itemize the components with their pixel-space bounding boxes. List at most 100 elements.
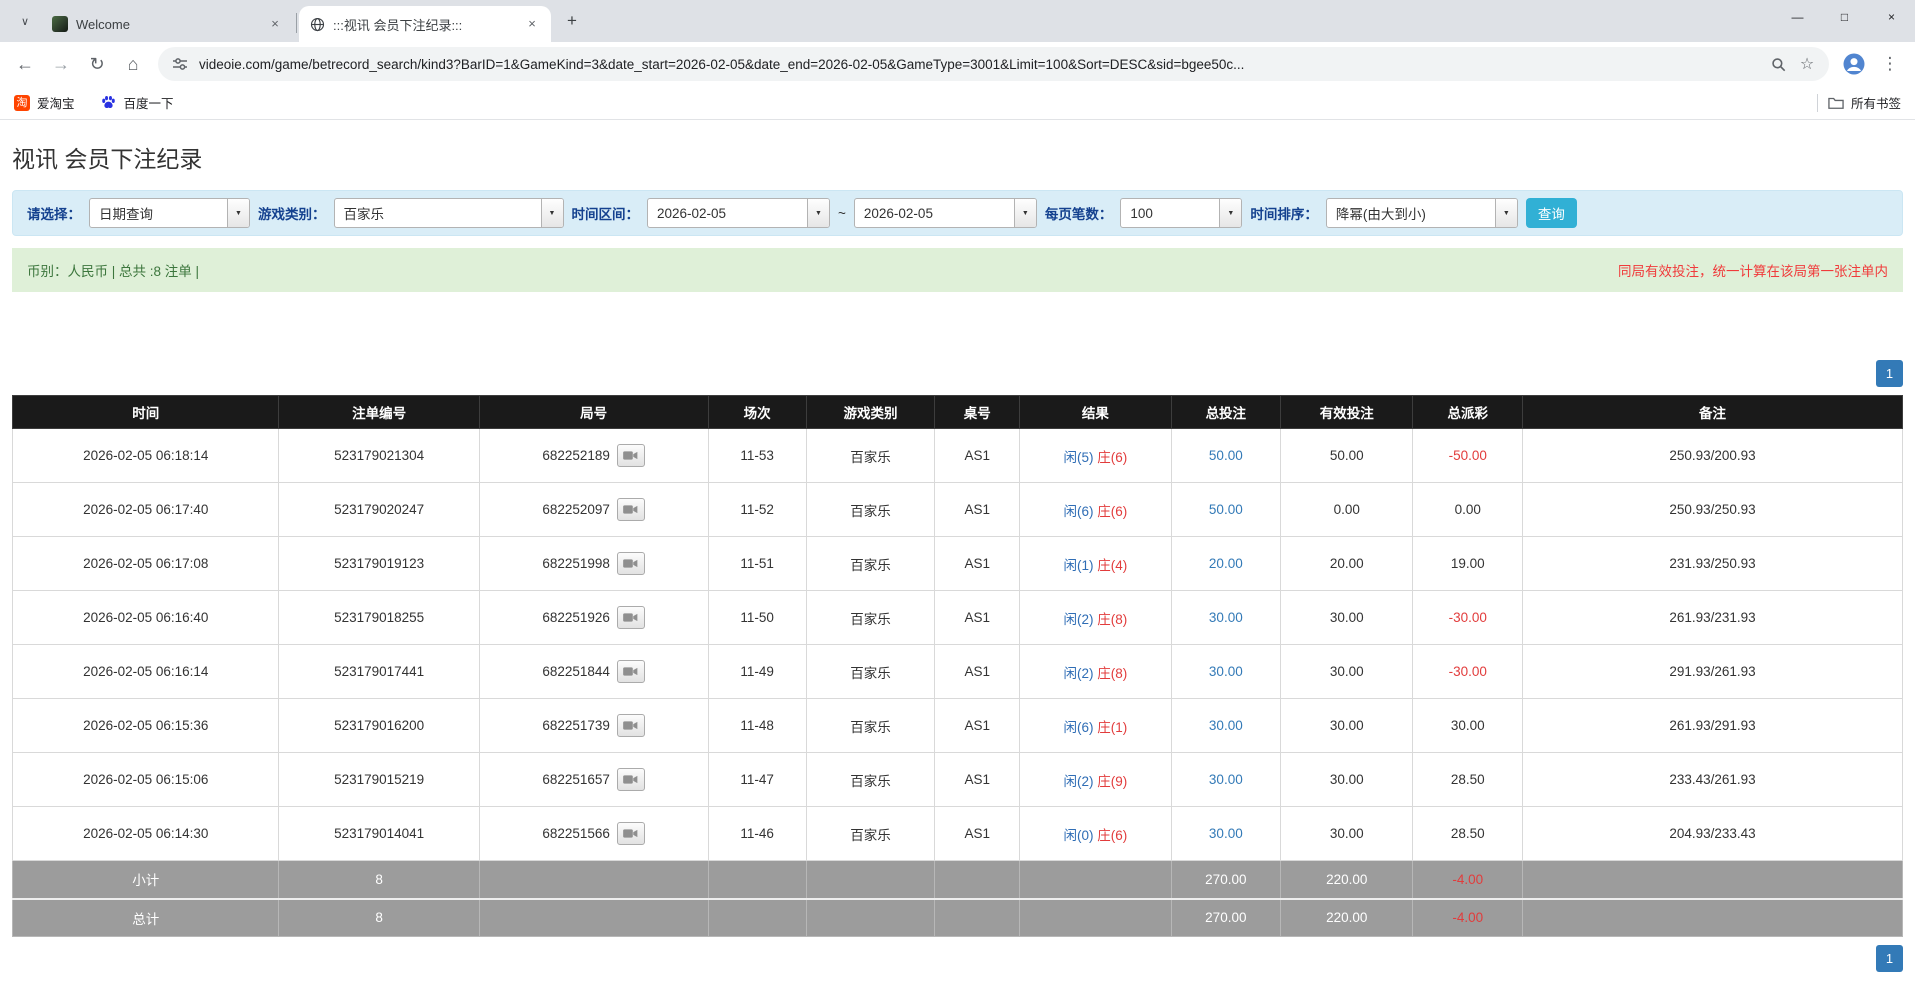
chevron-down-icon[interactable]: ▼	[1495, 199, 1517, 227]
cell-round: 682251739	[479, 699, 708, 753]
video-replay-button[interactable]	[617, 660, 645, 683]
video-replay-button[interactable]	[617, 498, 645, 521]
game-type-select[interactable]: 百家乐 ▼	[334, 198, 564, 228]
chevron-down-icon[interactable]: ▼	[227, 199, 249, 227]
chevron-down-icon[interactable]: ▼	[541, 199, 563, 227]
subtotal-count: 8	[279, 861, 479, 899]
sort-select[interactable]: 降幂(由大到小) ▼	[1326, 198, 1518, 228]
search-button[interactable]: 查询	[1526, 198, 1577, 228]
bookmark-baidu[interactable]: 百度一下	[101, 93, 174, 112]
browser-menu-button[interactable]: ⋮	[1873, 47, 1907, 81]
cell-payout: 0.00	[1413, 483, 1523, 537]
date-end-value: 2026-02-05	[855, 199, 1014, 227]
round-id: 682251926	[542, 610, 610, 625]
back-button[interactable]: ←	[8, 47, 42, 81]
subtotal-label: 小计	[13, 861, 279, 899]
col-total-bet: 总投注	[1171, 396, 1281, 429]
cell-total-bet[interactable]: 50.00	[1171, 429, 1281, 483]
cell-time: 2026-02-05 06:15:06	[13, 753, 279, 807]
cell-valid-bet: 30.00	[1281, 645, 1413, 699]
video-replay-button[interactable]	[617, 606, 645, 629]
cell-game: 百家乐	[806, 537, 935, 591]
result-banker: 庄(6)	[1097, 828, 1127, 843]
video-camera-icon	[623, 666, 638, 677]
cell-bet-id: 523179014041	[279, 807, 479, 861]
round-id: 682252189	[542, 448, 610, 463]
url-text[interactable]: videoie.com/game/betrecord_search/kind3?…	[199, 57, 1759, 72]
video-camera-icon	[623, 720, 638, 731]
cell-payout: 28.50	[1413, 807, 1523, 861]
cell-result: 闲(2) 庄(8)	[1020, 591, 1171, 645]
close-tab-icon[interactable]: ×	[266, 15, 284, 33]
subtotal-row: 小计 8 270.00 220.00 -4.00	[13, 861, 1903, 899]
date-range-separator: ~	[838, 206, 846, 221]
cell-note: 204.93/233.43	[1523, 807, 1903, 861]
round-id: 682251998	[542, 556, 610, 571]
video-replay-button[interactable]	[617, 714, 645, 737]
video-replay-button[interactable]	[617, 822, 645, 845]
profile-avatar[interactable]	[1837, 47, 1871, 81]
window-close-button[interactable]: ×	[1868, 0, 1915, 33]
result-player: 闲(1)	[1064, 558, 1094, 573]
maximize-button[interactable]: □	[1821, 0, 1868, 33]
all-bookmarks-button[interactable]: 所有书签	[1828, 93, 1901, 112]
cell-total-bet[interactable]: 30.00	[1171, 699, 1281, 753]
tab-title: Welcome	[76, 17, 258, 32]
video-replay-button[interactable]	[617, 552, 645, 575]
valid-bet-notice-text: 同局有效投注，统一计算在该局第一张注单内	[1618, 260, 1888, 280]
result-banker: 庄(8)	[1097, 666, 1127, 681]
cell-game: 百家乐	[806, 753, 935, 807]
minimize-button[interactable]: —	[1774, 0, 1821, 33]
forward-button[interactable]: →	[44, 47, 78, 81]
table-row: 2026-02-05 06:18:14 523179021304 6822521…	[13, 429, 1903, 483]
home-button[interactable]: ⌂	[116, 47, 150, 81]
close-tab-icon[interactable]: ×	[523, 15, 541, 33]
video-replay-button[interactable]	[617, 444, 645, 467]
cell-note: 261.93/231.93	[1523, 591, 1903, 645]
date-range-label: 时间区间：	[572, 203, 640, 223]
cell-total-bet[interactable]: 50.00	[1171, 483, 1281, 537]
cell-payout: -30.00	[1413, 591, 1523, 645]
cell-total-bet[interactable]: 30.00	[1171, 645, 1281, 699]
cell-result: 闲(6) 庄(1)	[1020, 699, 1171, 753]
cell-empty	[479, 861, 708, 899]
query-type-value: 日期查询	[90, 199, 227, 227]
site-settings-icon[interactable]	[170, 54, 190, 74]
date-end-select[interactable]: 2026-02-05 ▼	[854, 198, 1037, 228]
tab-search-icon[interactable]: ∨	[12, 8, 38, 34]
zoom-icon[interactable]	[1768, 54, 1788, 74]
refresh-button[interactable]: ↻	[80, 47, 114, 81]
round-id: 682251657	[542, 772, 610, 787]
date-start-select[interactable]: 2026-02-05 ▼	[647, 198, 830, 228]
cell-result: 闲(0) 庄(6)	[1020, 807, 1171, 861]
per-page-select[interactable]: 100 ▼	[1120, 198, 1242, 228]
cell-total-bet[interactable]: 30.00	[1171, 591, 1281, 645]
cell-total-bet[interactable]: 30.00	[1171, 807, 1281, 861]
cell-total-bet[interactable]: 20.00	[1171, 537, 1281, 591]
cell-total-bet[interactable]: 30.00	[1171, 753, 1281, 807]
total-payout: -4.00	[1413, 899, 1523, 937]
chevron-down-icon[interactable]: ▼	[807, 199, 829, 227]
cell-bet-id: 523179019123	[279, 537, 479, 591]
query-type-select[interactable]: 日期查询 ▼	[89, 198, 250, 228]
cell-game: 百家乐	[806, 483, 935, 537]
new-tab-button[interactable]: +	[559, 8, 585, 34]
cell-game: 百家乐	[806, 429, 935, 483]
cell-table: AS1	[935, 699, 1020, 753]
bookmark-star-icon[interactable]: ☆	[1797, 54, 1817, 74]
page-number-button[interactable]: 1	[1876, 360, 1903, 387]
subtotal-total-bet: 270.00	[1171, 861, 1281, 899]
bookmark-label: 百度一下	[124, 93, 174, 112]
browser-tab-betrecord[interactable]: :::视讯 会员下注纪录::: ×	[299, 6, 551, 42]
page-number-button[interactable]: 1	[1876, 945, 1903, 972]
bookmark-aitaobao[interactable]: 淘 爱淘宝	[14, 93, 75, 112]
chevron-down-icon[interactable]: ▼	[1014, 199, 1036, 227]
browser-tab-welcome[interactable]: Welcome ×	[42, 6, 294, 42]
cell-game: 百家乐	[806, 591, 935, 645]
video-replay-button[interactable]	[617, 768, 645, 791]
cell-result: 闲(2) 庄(9)	[1020, 753, 1171, 807]
video-camera-icon	[623, 450, 638, 461]
chevron-down-icon[interactable]: ▼	[1219, 199, 1241, 227]
address-bar[interactable]: videoie.com/game/betrecord_search/kind3?…	[158, 47, 1829, 81]
tab-title: :::视讯 会员下注纪录:::	[333, 15, 515, 34]
